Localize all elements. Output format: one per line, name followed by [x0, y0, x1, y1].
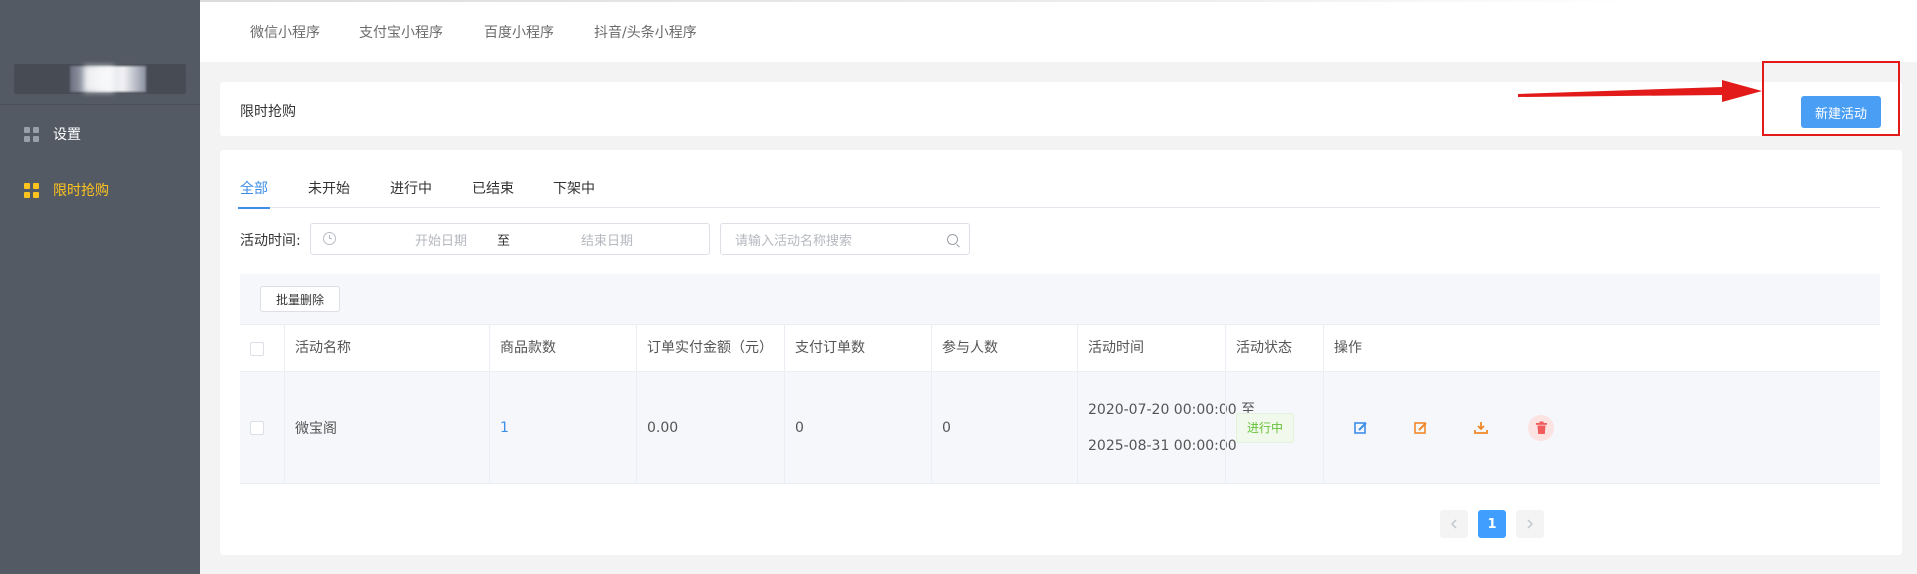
tab-alipay[interactable]: 支付宝小程序	[359, 22, 443, 42]
table-row: 微宝阁 1 0.00 0 0 2020-07-20 00:00:00 至 202…	[240, 372, 1880, 484]
activity-name: 微宝阁	[284, 372, 489, 484]
grid-icon	[24, 182, 39, 198]
activity-time-end: 2025-08-31 00:00:00	[1088, 438, 1237, 454]
paid-orders: 0	[784, 372, 931, 484]
actions-cell	[1323, 372, 1880, 484]
tab-in-progress[interactable]: 进行中	[390, 178, 432, 198]
activity-time-cell: 2020-07-20 00:00:00 至 2025-08-31 00:00:0…	[1077, 372, 1255, 484]
column-header: 活动状态	[1225, 325, 1323, 372]
column-header: 参与人数	[931, 325, 1077, 372]
tab-baidu[interactable]: 百度小程序	[484, 22, 554, 42]
activity-list-card: 全部 未开始 进行中 已结束 下架中 活动时间: 开始日期 至 结束日期 请输入…	[220, 150, 1902, 555]
range-separator: 至	[497, 234, 511, 249]
column-header: 活动名称	[284, 325, 489, 372]
sidebar-item-flash-sale[interactable]: 限时抢购	[0, 162, 200, 218]
column-header: 操作	[1323, 325, 1880, 372]
column-header: 活动时间	[1077, 325, 1225, 372]
activity-time-label: 活动时间:	[240, 233, 301, 249]
batch-delete-button[interactable]: 批量删除	[260, 286, 340, 312]
sidebar-item-label: 限时抢购	[53, 183, 109, 199]
status-tabs: 全部 未开始 进行中 已结束 下架中	[238, 178, 1880, 209]
annotation-arrow-icon	[1518, 80, 1762, 102]
select-all-checkbox[interactable]	[250, 341, 264, 356]
grid-icon	[24, 126, 39, 142]
top-divider	[200, 0, 1630, 2]
page-title: 限时抢购	[240, 104, 296, 120]
sidebar-item-settings[interactable]: 设置	[0, 106, 200, 162]
tab-wechat[interactable]: 微信小程序	[250, 22, 320, 42]
logo-highlight	[84, 66, 114, 92]
end-date-input[interactable]: 结束日期	[557, 230, 657, 249]
product-count-cell: 1	[489, 372, 636, 484]
activity-search-input[interactable]: 请输入活动名称搜索	[720, 223, 970, 255]
pagination: 1	[220, 510, 1902, 538]
tab-not-started[interactable]: 未开始	[308, 178, 350, 198]
row-select-cell	[240, 372, 284, 484]
product-count-link[interactable]: 1	[500, 420, 509, 436]
column-header: 订单实付金额（元）	[636, 325, 784, 372]
page-number-current[interactable]: 1	[1478, 510, 1506, 538]
search-icon[interactable]	[947, 234, 958, 245]
download-icon[interactable]	[1468, 415, 1494, 441]
brand-logo	[14, 64, 186, 94]
status-cell: 进行中	[1225, 372, 1323, 484]
annotation-highlight-box	[1762, 61, 1900, 136]
status-badge: 进行中	[1236, 413, 1295, 443]
paid-amount: 0.00	[636, 372, 784, 484]
search-placeholder: 请输入活动名称搜索	[735, 234, 853, 249]
column-header: 商品款数	[489, 325, 636, 372]
start-date-input[interactable]: 开始日期	[391, 230, 491, 249]
edit-icon[interactable]	[1408, 415, 1434, 441]
row-checkbox[interactable]	[250, 421, 264, 435]
tab-offline[interactable]: 下架中	[553, 178, 595, 198]
select-all-cell	[240, 325, 284, 372]
trash-icon[interactable]	[1528, 415, 1554, 441]
tab-ended[interactable]: 已结束	[472, 178, 514, 198]
tab-all[interactable]: 全部	[238, 178, 270, 209]
platform-tabs: 微信小程序 支付宝小程序 百度小程序 抖音/头条小程序	[200, 0, 1917, 62]
table-header: 活动名称 商品款数 订单实付金额（元） 支付订单数 参与人数 活动时间 活动状态…	[240, 324, 1880, 372]
sidebar-divider	[0, 104, 200, 105]
edit-icon[interactable]	[1348, 415, 1374, 441]
sidebar-item-label: 设置	[53, 127, 81, 143]
clock-icon	[323, 232, 336, 245]
tab-douyin[interactable]: 抖音/头条小程序	[594, 22, 697, 42]
sidebar: 设置 限时抢购	[0, 0, 200, 574]
date-range-picker[interactable]: 开始日期 至 结束日期	[310, 223, 710, 255]
column-header: 支付订单数	[784, 325, 931, 372]
participants: 0	[931, 372, 1077, 484]
chevron-left-icon[interactable]	[1440, 510, 1468, 538]
chevron-right-icon[interactable]	[1516, 510, 1544, 538]
table-toolbar: 批量删除	[240, 274, 1880, 324]
